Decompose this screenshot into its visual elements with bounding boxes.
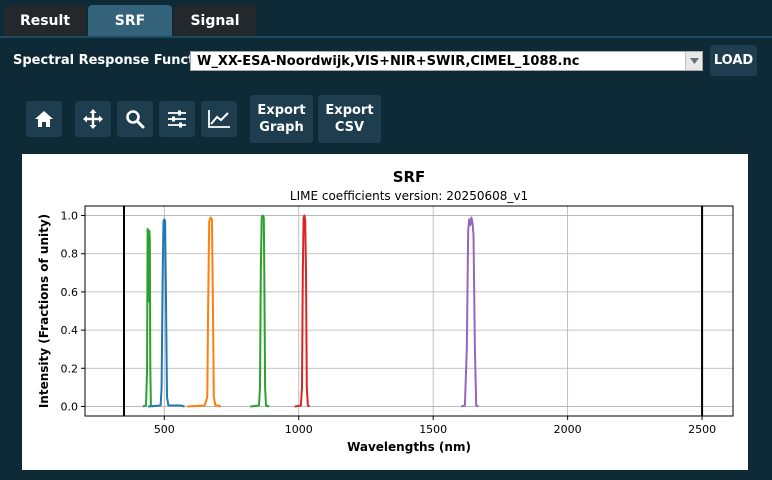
- export-graph-label-line2: Graph: [259, 120, 304, 135]
- srf-selector-row: Spectral Response Function: W_XX-ESA-Noo…: [0, 45, 772, 77]
- edit-axis-icon: [207, 109, 231, 129]
- y-tick-label: 0.0: [61, 400, 79, 413]
- zoom-icon: [125, 109, 145, 129]
- y-tick-label: 0.6: [61, 286, 79, 299]
- configure-subplots-icon: [167, 110, 187, 128]
- zoom-button[interactable]: [117, 101, 153, 137]
- x-tick-label: 2500: [688, 423, 716, 436]
- x-axis-label: Wavelengths (nm): [347, 440, 471, 454]
- y-axis-label: Intensity (Fractions of unity): [37, 214, 51, 408]
- export-graph-button[interactable]: Export Graph: [250, 95, 313, 143]
- chevron-down-icon[interactable]: [685, 52, 702, 70]
- x-tick-label: 500: [154, 423, 175, 436]
- srf-series-line: [461, 216, 479, 408]
- y-tick-label: 0.8: [61, 248, 79, 261]
- edit-axis-button[interactable]: [201, 101, 237, 137]
- y-tick-label: 1.0: [61, 210, 79, 223]
- srf-series-line: [148, 218, 185, 408]
- srf-series-line: [187, 216, 222, 408]
- srf-series-line: [250, 214, 270, 408]
- tab-srf[interactable]: SRF: [88, 5, 172, 36]
- x-tick-label: 2000: [554, 423, 582, 436]
- export-csv-label-line2: CSV: [334, 120, 365, 135]
- tab-underline: [0, 36, 772, 38]
- srf-chart: SRF LIME coefficients version: 20250608_…: [37, 168, 734, 454]
- load-button[interactable]: LOAD: [710, 45, 757, 76]
- x-tick-label: 1500: [419, 423, 447, 436]
- srf-series-line: [294, 214, 311, 408]
- export-csv-button[interactable]: Export CSV: [318, 95, 381, 143]
- export-csv-label-line1: Export: [325, 103, 374, 118]
- chart-title: SRF: [393, 168, 426, 186]
- y-tick-label: 0.2: [61, 362, 79, 375]
- chart-subtitle: LIME coefficients version: 20250608_v1: [290, 189, 528, 203]
- tab-result[interactable]: Result: [4, 5, 86, 36]
- home-button[interactable]: [26, 101, 62, 137]
- export-graph-label-line1: Export: [257, 103, 306, 118]
- x-tick-label: 1000: [285, 423, 313, 436]
- srf-series-line: [142, 227, 154, 408]
- plot-canvas[interactable]: SRF LIME coefficients version: 20250608_…: [22, 154, 748, 470]
- srf-dropdown[interactable]: W_XX-ESA-Noordwijk,VIS+NIR+SWIR,CIMEL_10…: [190, 51, 703, 71]
- tab-signal[interactable]: Signal: [174, 5, 256, 36]
- configure-subplots-button[interactable]: [159, 101, 195, 137]
- plot-frame: [84, 205, 734, 417]
- srf-selected-value: W_XX-ESA-Noordwijk,VIS+NIR+SWIR,CIMEL_10…: [197, 53, 580, 69]
- pan-button[interactable]: [75, 101, 111, 137]
- home-icon: [34, 110, 54, 128]
- move-icon: [82, 108, 104, 130]
- y-tick-label: 0.4: [61, 324, 79, 337]
